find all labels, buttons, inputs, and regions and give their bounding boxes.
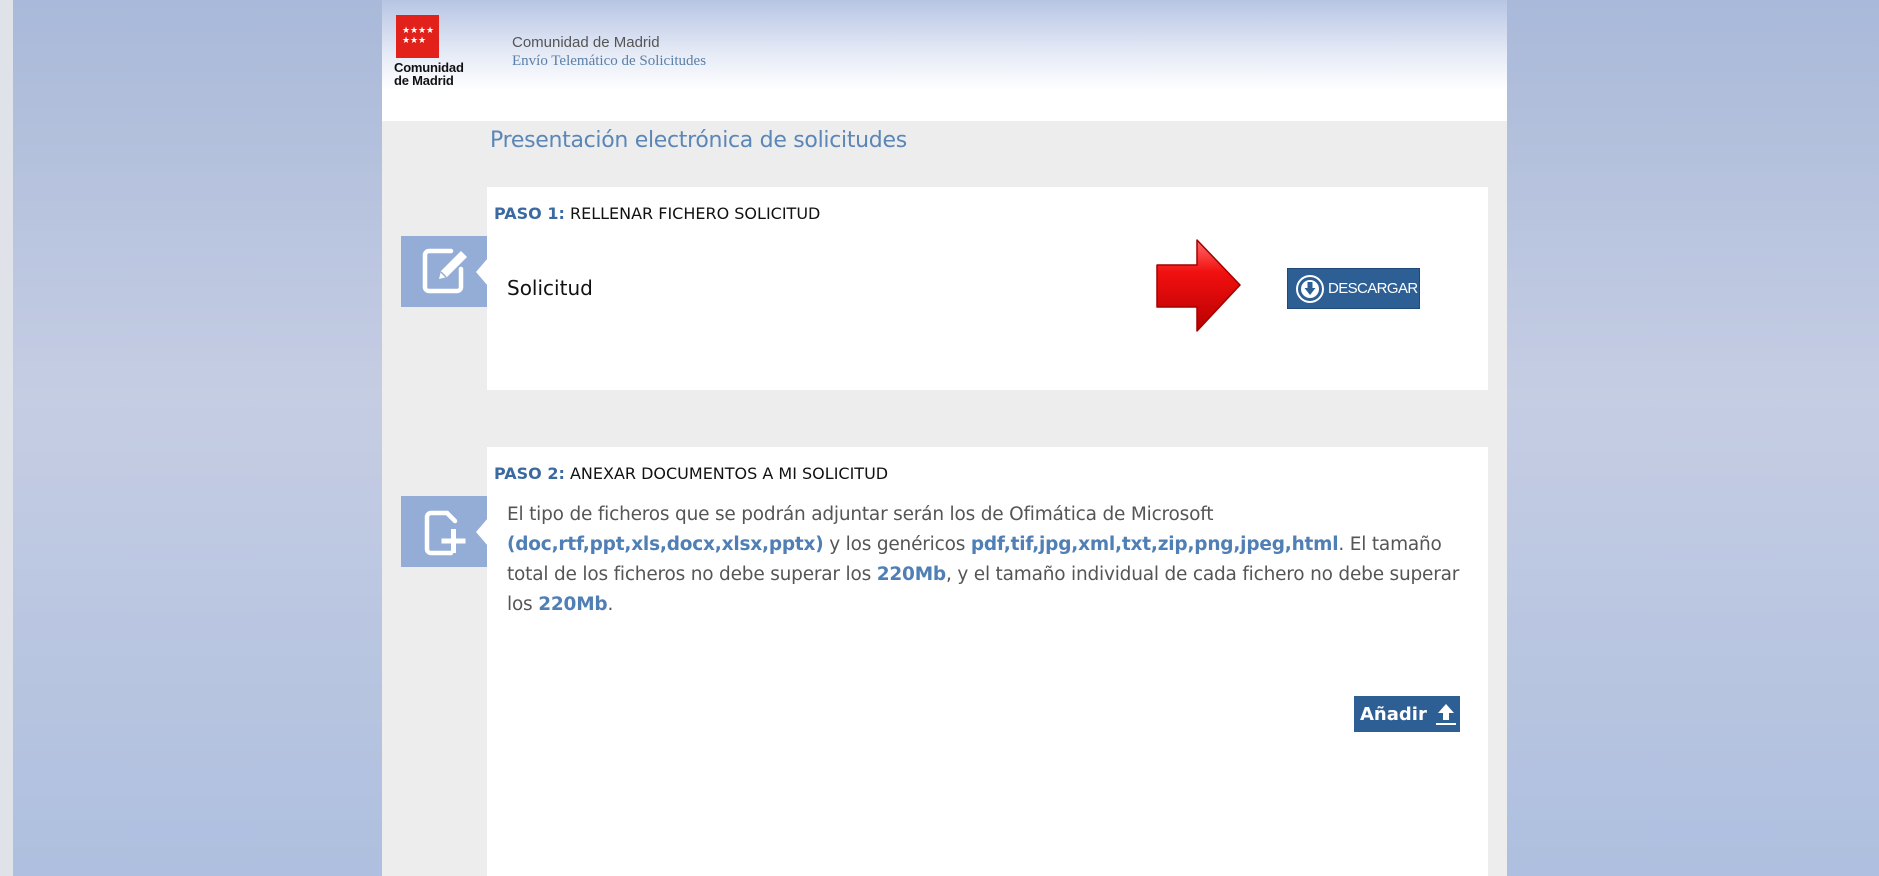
madrid-flag-logo-icon[interactable]: ★ ★ ★ ★ ★ ★ ★ [396, 15, 439, 58]
add-document-icon [401, 496, 488, 567]
red-arrow-icon [1156, 239, 1241, 332]
requirements-text-1: El tipo de ficheros que se podrán adjunt… [507, 504, 1214, 525]
edit-document-icon [401, 236, 488, 307]
formats-microsoft: (doc,rtf,ppt,xls,docx,xlsx,pptx) [507, 534, 824, 555]
add-file-button-label: Añadir [1360, 703, 1427, 725]
header-org-name: Comunidad de Madrid [512, 34, 660, 51]
step2-title: PASO 2: ANEXAR DOCUMENTOS A MI SOLICITUD [494, 464, 888, 483]
max-individual-size: 220Mb [538, 594, 608, 615]
download-button-label: DESCARGAR [1328, 280, 1418, 297]
logo-line-2: de Madrid [394, 73, 454, 88]
step1-title-text: RELLENAR FICHERO SOLICITUD [564, 204, 821, 223]
requirements-text-2: y los genéricos [823, 534, 971, 555]
formats-generic: pdf,tif,jpg,xml,txt,zip,png,jpeg,html [970, 534, 1339, 555]
header-service-name: Envío Telemático de Solicitudes [512, 53, 707, 69]
step1-panel: PASO 1: RELLENAR FICHERO SOLICITUD Solic… [487, 187, 1488, 390]
requirements-text-5: . [607, 594, 614, 615]
max-total-size: 220Mb [876, 564, 946, 585]
download-circle-icon [1296, 274, 1324, 303]
logo-wordmark: Comunidad de Madrid [394, 61, 484, 87]
step2-number: PASO 2: [494, 464, 565, 483]
left-edge-strip [0, 0, 13, 876]
page-container: ★ ★ ★ ★ ★ ★ ★ Comunidad de Madrid Comuni… [382, 0, 1507, 876]
upload-arrow-icon [1435, 704, 1456, 725]
file-requirements-text: El tipo de ficheros que se podrán adjunt… [507, 500, 1477, 620]
step1-number: PASO 1: [494, 204, 565, 223]
step1-title: PASO 1: RELLENAR FICHERO SOLICITUD [494, 204, 820, 223]
header: ★ ★ ★ ★ ★ ★ ★ Comunidad de Madrid Comuni… [382, 0, 1507, 121]
add-file-button[interactable]: Añadir [1354, 696, 1460, 732]
solicitud-label: Solicitud [507, 276, 593, 300]
download-button[interactable]: DESCARGAR [1287, 268, 1420, 309]
page-title: Presentación electrónica de solicitudes [490, 128, 907, 153]
step2-panel: PASO 2: ANEXAR DOCUMENTOS A MI SOLICITUD… [487, 447, 1488, 876]
step2-title-text: ANEXAR DOCUMENTOS A MI SOLICITUD [564, 464, 889, 483]
